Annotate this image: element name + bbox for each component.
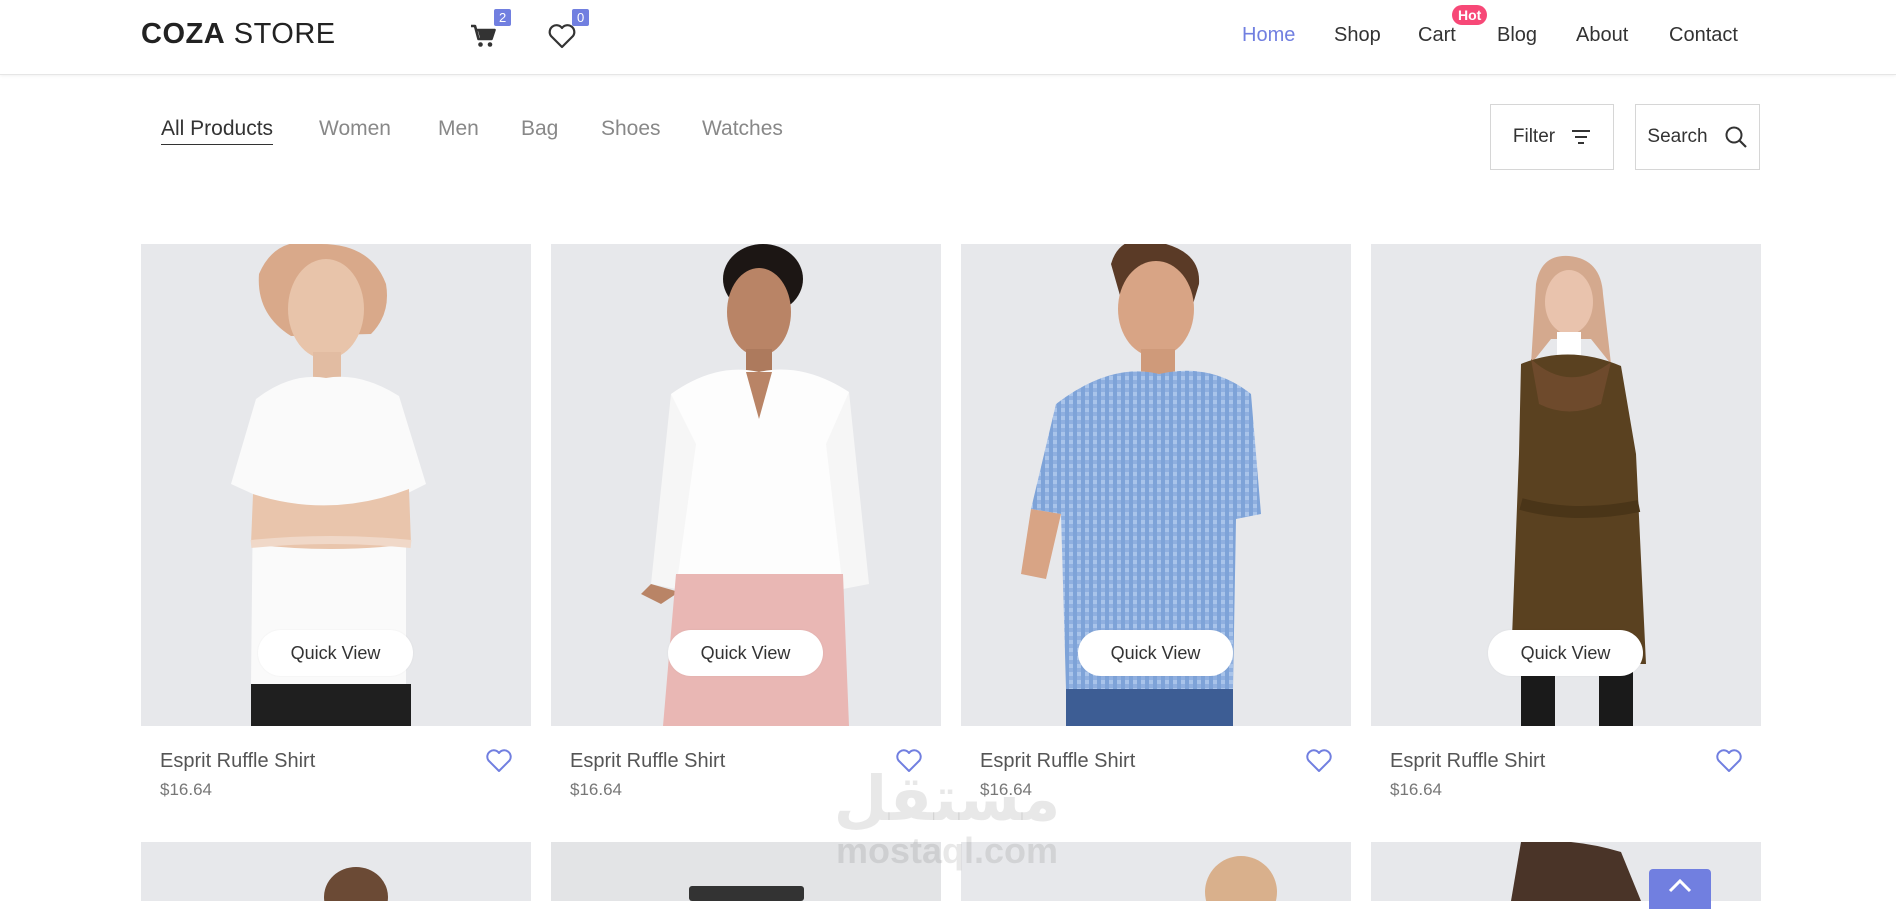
search-button[interactable]: Search bbox=[1635, 104, 1760, 170]
wishlist-heart-icon[interactable] bbox=[1305, 748, 1333, 774]
search-label: Search bbox=[1647, 126, 1708, 147]
product-image-row2[interactable] bbox=[141, 842, 531, 901]
quick-view-button[interactable]: Quick View bbox=[1488, 630, 1643, 676]
product-name[interactable]: Esprit Ruffle Shirt bbox=[1390, 750, 1545, 773]
nav-blog[interactable]: Blog bbox=[1497, 24, 1537, 47]
product-image[interactable]: Quick View bbox=[1371, 244, 1761, 726]
filter-label: Filter bbox=[1512, 126, 1556, 147]
product-image[interactable]: Quick View bbox=[961, 244, 1351, 726]
hot-badge: Hot bbox=[1452, 5, 1488, 25]
wishlist-heart-icon[interactable] bbox=[1715, 748, 1743, 774]
site-header: COZA STORE 2 0 Home Shop Cart Hot Blog A… bbox=[0, 0, 1896, 75]
product-image[interactable]: Quick View bbox=[141, 244, 531, 726]
quick-view-button[interactable]: Quick View bbox=[1078, 630, 1233, 676]
nav-shop[interactable]: Shop bbox=[1334, 24, 1381, 47]
category-shoes[interactable]: Shoes bbox=[601, 117, 661, 141]
product-name[interactable]: Esprit Ruffle Shirt bbox=[570, 750, 725, 773]
back-to-top-button[interactable] bbox=[1649, 869, 1711, 909]
product-photo-partial bbox=[141, 842, 531, 901]
wishlist-heart-icon[interactable] bbox=[485, 748, 513, 774]
nav-contact[interactable]: Contact bbox=[1669, 24, 1738, 47]
product-image[interactable]: Quick View bbox=[551, 244, 941, 726]
category-bag[interactable]: Bag bbox=[521, 117, 558, 141]
watermark: مستقل mostaql.com bbox=[833, 765, 1061, 872]
nav-home[interactable]: Home bbox=[1242, 24, 1295, 47]
wishlist-count-badge: 0 bbox=[572, 9, 590, 26]
product-price: $16.64 bbox=[1390, 780, 1442, 799]
cart-count-badge: 2 bbox=[494, 9, 512, 26]
category-watches[interactable]: Watches bbox=[702, 117, 783, 141]
quick-view-button[interactable]: Quick View bbox=[258, 630, 413, 676]
nav-cart[interactable]: Cart bbox=[1418, 24, 1456, 47]
category-women[interactable]: Women bbox=[319, 117, 391, 141]
category-all-products[interactable]: All Products bbox=[161, 117, 274, 145]
filter-button[interactable]: Filter bbox=[1490, 104, 1614, 170]
product-price: $16.64 bbox=[570, 780, 622, 799]
category-men[interactable]: Men bbox=[438, 117, 479, 141]
logo[interactable]: COZA STORE bbox=[141, 18, 336, 51]
chevron-up-icon bbox=[1668, 878, 1692, 893]
search-icon bbox=[1725, 126, 1747, 148]
quick-view-button[interactable]: Quick View bbox=[668, 630, 823, 676]
nav-about[interactable]: About bbox=[1576, 24, 1628, 47]
product-price: $16.64 bbox=[160, 780, 212, 799]
filter-icon bbox=[1572, 130, 1591, 144]
product-name[interactable]: Esprit Ruffle Shirt bbox=[160, 750, 315, 773]
